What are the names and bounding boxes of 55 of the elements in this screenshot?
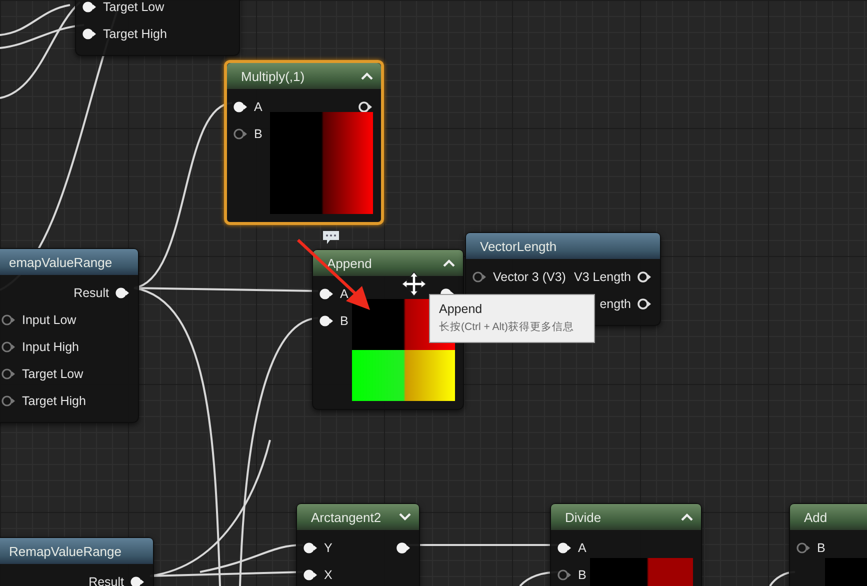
pin-label: Input High (22, 340, 79, 354)
pin-label: Target High (22, 394, 86, 408)
pin-label: Vector 3 (V3) (493, 270, 566, 284)
chevron-down-icon[interactable] (399, 513, 411, 521)
pin-icon[interactable] (319, 314, 334, 326)
pin-label: Result (88, 574, 124, 586)
pin-label: X (324, 568, 332, 582)
node-title: Multiply(,1) (241, 68, 305, 84)
pin-icon[interactable] (319, 288, 334, 300)
pin-icon[interactable] (82, 28, 97, 40)
move-cursor-icon (401, 271, 427, 297)
pin-label: B (578, 568, 586, 582)
chevron-up-icon[interactable] (681, 513, 693, 521)
node-card[interactable]: Arctangent2 Y X (296, 503, 420, 586)
chevron-up-icon[interactable] (443, 259, 455, 267)
node-title: Divide (565, 510, 602, 524)
node-title: VectorLength (480, 238, 557, 254)
pin-label: V3 Length (574, 270, 631, 284)
pin-icon[interactable] (396, 542, 411, 554)
node-title: Arctangent2 (311, 510, 382, 524)
node-card[interactable]: RemapValueRange Result (0, 537, 154, 586)
pin-icon[interactable] (130, 576, 145, 586)
pin-label: Target Low (103, 0, 164, 14)
node-card[interactable]: Add B (789, 503, 867, 586)
chevron-up-icon[interactable] (361, 72, 373, 80)
pin-icon[interactable] (82, 0, 97, 12)
node-card[interactable]: emapValueRange Result Input Low Input High Target Low Target High (0, 248, 139, 423)
node-card[interactable]: Divide A B (550, 503, 702, 586)
pin-icon[interactable] (637, 270, 652, 282)
pin-icon[interactable] (637, 298, 652, 310)
pin-icon[interactable] (557, 542, 572, 554)
pin-label: B (254, 126, 262, 140)
node-title: Append (327, 256, 372, 270)
pin-label: A (340, 286, 348, 300)
comment-icon[interactable] (322, 230, 340, 245)
node-title: Add (804, 510, 828, 524)
node-card[interactable]: Target Low Target High (75, 0, 240, 56)
pin-label: B (340, 314, 348, 328)
pin-label: Target Low (22, 366, 84, 380)
pin-label: Result (74, 286, 109, 300)
node-card[interactable]: Multiply(,1) A B (224, 60, 384, 225)
pin-label: Target High (103, 26, 167, 40)
pin-icon[interactable] (115, 286, 130, 298)
pin-label: A (578, 540, 586, 554)
pin-icon[interactable] (303, 568, 318, 580)
pin-icon[interactable] (358, 100, 373, 112)
node-title: RemapValueRange (9, 544, 122, 558)
pin-icon[interactable] (233, 100, 248, 112)
pin-label: Input Low (22, 312, 76, 326)
pin-label: A (254, 100, 262, 114)
pin-label: ength (600, 296, 631, 310)
pin-icon[interactable] (303, 542, 318, 554)
pin-label: B (817, 540, 826, 554)
pin-label: Y (324, 540, 332, 554)
node-title: emapValueRange (9, 254, 112, 270)
